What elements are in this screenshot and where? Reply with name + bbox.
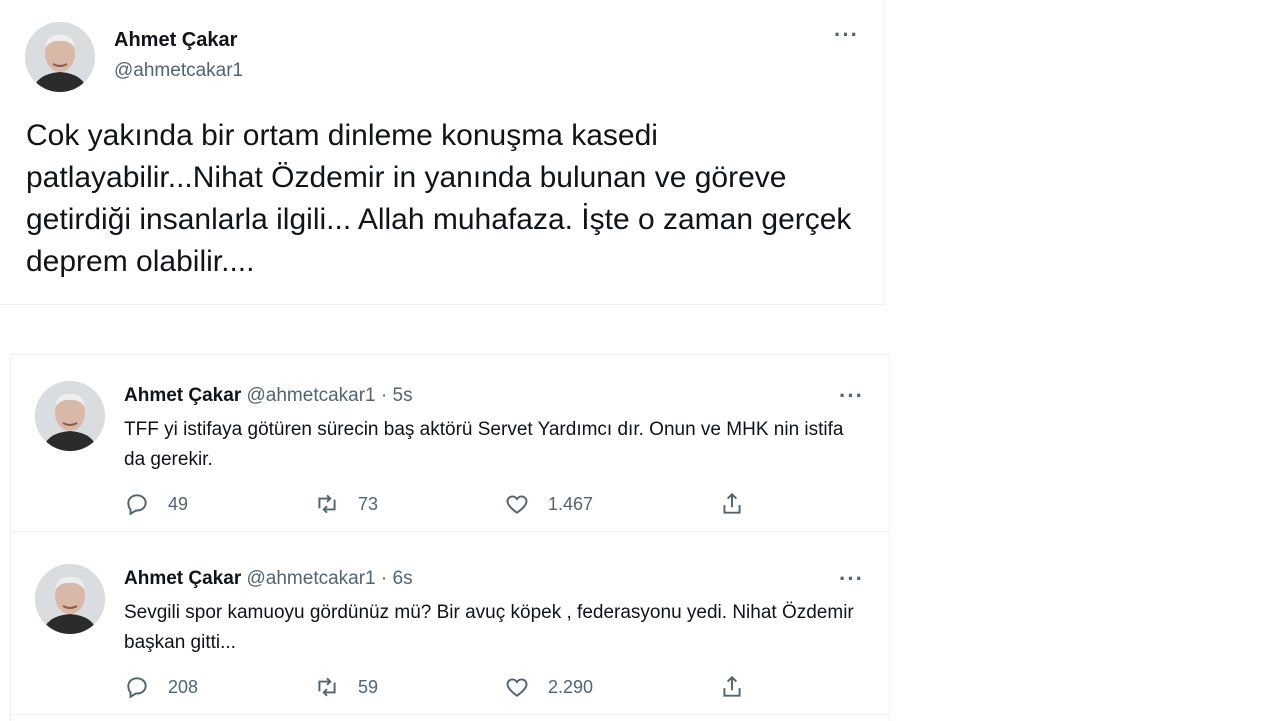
reply-count: 49 [168,493,189,514]
avatar[interactable] [25,22,95,92]
tweet-text: TFF yi istifaya götüren sürecin baş aktö… [124,419,844,470]
reply-icon [127,494,147,516]
tweet-text: Sevgili spor kamuoyu gördünüz mü? Bir av… [124,602,854,653]
retweet-count: 73 [358,493,379,514]
author-handle-time[interactable]: @ahmetcakar1 · 5s [247,385,413,406]
tweet-feed: Ahmet Çakar @ahmetcakar1 · 5s ··· TFF yi… [10,354,890,721]
more-horizontal-icon[interactable]: ··· [839,385,864,407]
reply-button[interactable]: 208 [124,674,198,700]
avatar[interactable] [35,564,105,634]
author-handle[interactable]: @ahmetcakar1 [114,60,243,82]
author-name[interactable]: Ahmet Çakar [124,568,241,589]
share-icon [723,492,741,514]
tweet-text: Cok yakında bir ortam dinleme konuşma ka… [26,119,852,278]
retweet-button[interactable]: 73 [314,491,378,517]
heart-icon [506,495,528,514]
more-horizontal-icon[interactable]: ··· [834,24,859,46]
more-horizontal-icon[interactable]: ··· [839,568,864,590]
tweet-header: Ahmet Çakar @ahmetcakar1 · 5s [124,385,413,407]
share-button[interactable] [719,491,763,517]
like-count: 2.290 [548,676,594,697]
avatar[interactable] [35,381,105,451]
retweet-icon [318,494,336,514]
main-tweet: Ahmet Çakar @ahmetcakar1 ··· Cok yakında… [0,0,885,305]
tweet-actions: 208 59 2.290 [124,674,764,704]
like-button[interactable]: 2.290 [504,674,593,700]
avatar-image-icon [35,381,105,451]
reply-count: 208 [168,676,199,697]
share-button[interactable] [719,674,763,700]
like-button[interactable]: 1.467 [504,491,593,517]
share-icon [723,675,741,697]
tweet-header: Ahmet Çakar @ahmetcakar1 · 6s [124,568,413,590]
avatar-image-icon [35,564,105,634]
author-name[interactable]: Ahmet Çakar [124,385,241,406]
reply-icon [127,677,147,699]
author-handle-time[interactable]: @ahmetcakar1 · 6s [247,568,413,589]
heart-icon [506,678,528,697]
retweet-count: 59 [358,676,379,697]
avatar-image-icon [25,22,95,92]
reply-button[interactable]: 49 [124,491,188,517]
tweet-actions: 49 73 1.467 [124,491,764,521]
tweet-item[interactable]: Ahmet Çakar @ahmetcakar1 · 6s ··· Sevgil… [11,538,889,715]
like-count: 1.467 [548,493,594,514]
retweet-icon [318,677,336,697]
tweet-item[interactable]: Ahmet Çakar @ahmetcakar1 · 5s ··· TFF yi… [11,355,889,532]
retweet-button[interactable]: 59 [314,674,378,700]
author-name[interactable]: Ahmet Çakar [114,29,237,52]
